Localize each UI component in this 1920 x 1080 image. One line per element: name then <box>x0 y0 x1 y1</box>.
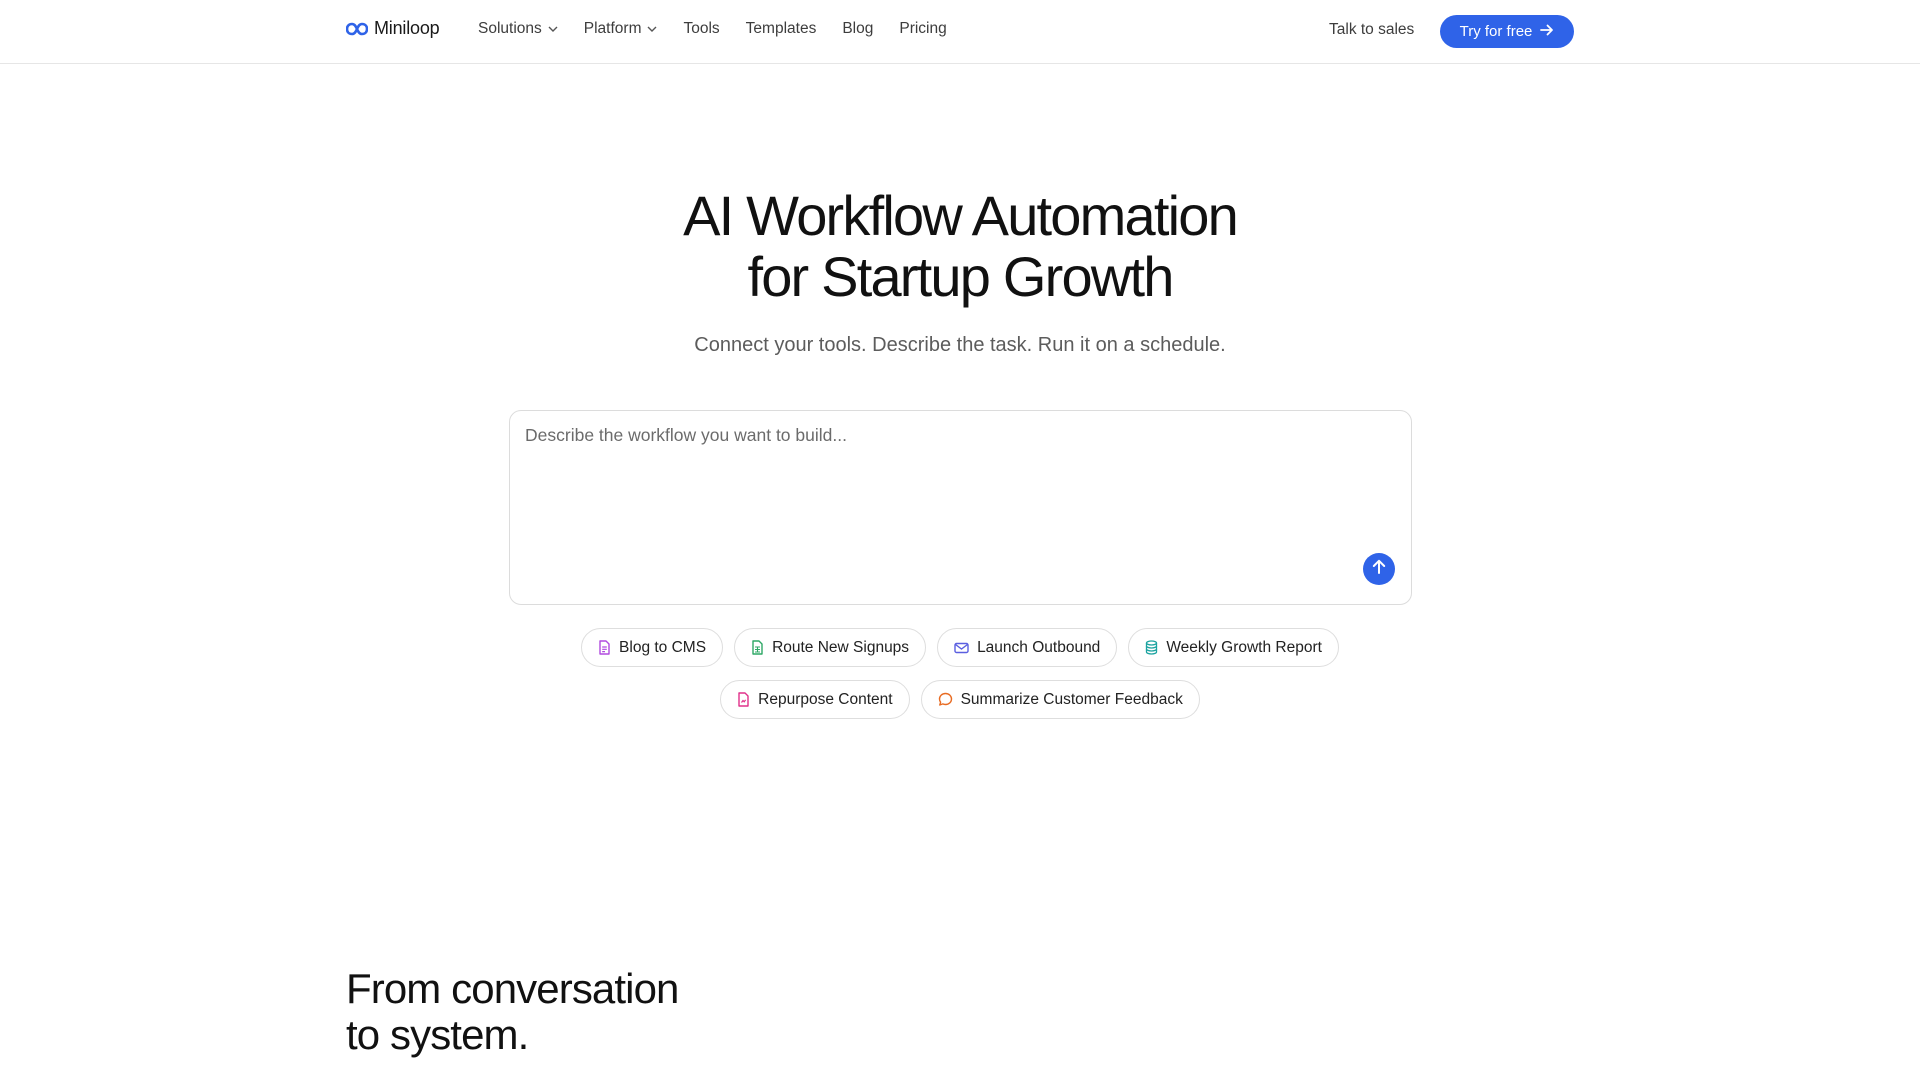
nav-tools[interactable]: Tools <box>683 20 719 38</box>
top-navigation-bar: Miniloop Solutions Platform Tools Templa… <box>0 0 1920 64</box>
hero-title-line-2: for Startup Growth <box>747 245 1174 308</box>
hero-subtitle: Connect your tools. Describe the task. R… <box>694 334 1226 356</box>
nav-solutions[interactable]: Solutions <box>478 20 558 38</box>
infinity-logo-icon <box>346 22 368 36</box>
chip-label: Repurpose Content <box>758 690 893 708</box>
chip-blog-to-cms[interactable]: Blog to CMS <box>581 628 724 667</box>
section-title: From conversation to system. <box>346 966 679 1058</box>
chat-icon <box>938 692 953 707</box>
document-icon <box>598 640 611 655</box>
chip-repurpose-content[interactable]: Repurpose Content <box>720 680 910 719</box>
nav-platform-label: Platform <box>583 20 642 37</box>
chip-summarize-customer-feedback[interactable]: Summarize Customer Feedback <box>920 680 1200 719</box>
try-for-free-button[interactable]: Try for free <box>1440 15 1574 48</box>
sheet-icon <box>751 640 764 655</box>
arrow-up-icon <box>1372 559 1386 580</box>
brand-name: Miniloop <box>374 18 440 38</box>
template-chips-row-1: Blog to CMS Route New Signups Launch Out… <box>0 628 1920 667</box>
file-icon <box>737 692 750 707</box>
nav-blog[interactable]: Blog <box>842 20 873 38</box>
chip-label: Weekly Growth Report <box>1166 638 1322 656</box>
section-title-line-1: From conversation <box>346 965 679 1012</box>
hero-title-line-1: AI Workflow Automation <box>683 184 1239 247</box>
chip-label: Summarize Customer Feedback <box>960 690 1183 708</box>
template-chips-row-2: Repurpose Content Summarize Customer Fee… <box>0 680 1920 719</box>
chip-weekly-growth-report[interactable]: Weekly Growth Report <box>1128 628 1339 667</box>
chip-label: Blog to CMS <box>619 638 707 656</box>
chip-label: Route New Signups <box>772 638 910 656</box>
chevron-down-icon <box>548 26 558 32</box>
hero-title: AI Workflow Automation for Startup Growt… <box>0 185 1920 307</box>
chevron-down-icon <box>647 26 657 32</box>
nav-solutions-label: Solutions <box>478 20 542 37</box>
nav-pricing[interactable]: Pricing <box>899 20 946 38</box>
workflow-prompt-input[interactable] <box>525 425 1385 565</box>
database-icon <box>1145 640 1158 655</box>
arrow-right-icon <box>1540 23 1554 40</box>
chip-label: Launch Outbound <box>977 638 1101 656</box>
chip-launch-outbound[interactable]: Launch Outbound <box>937 628 1118 667</box>
submit-prompt-button[interactable] <box>1363 553 1395 585</box>
chip-route-new-signups[interactable]: Route New Signups <box>734 628 927 667</box>
section-title-line-2: to system. <box>346 1011 529 1058</box>
brand-logo-link[interactable]: Miniloop <box>346 18 440 39</box>
mail-icon <box>954 642 969 654</box>
talk-to-sales-link[interactable]: Talk to sales <box>1329 21 1414 39</box>
try-for-free-label: Try for free <box>1459 23 1533 40</box>
nav-templates[interactable]: Templates <box>746 20 817 38</box>
nav-platform[interactable]: Platform <box>584 20 658 38</box>
main-nav: Solutions Platform Tools Templates Blog … <box>478 20 973 38</box>
workflow-prompt-box <box>509 410 1412 605</box>
